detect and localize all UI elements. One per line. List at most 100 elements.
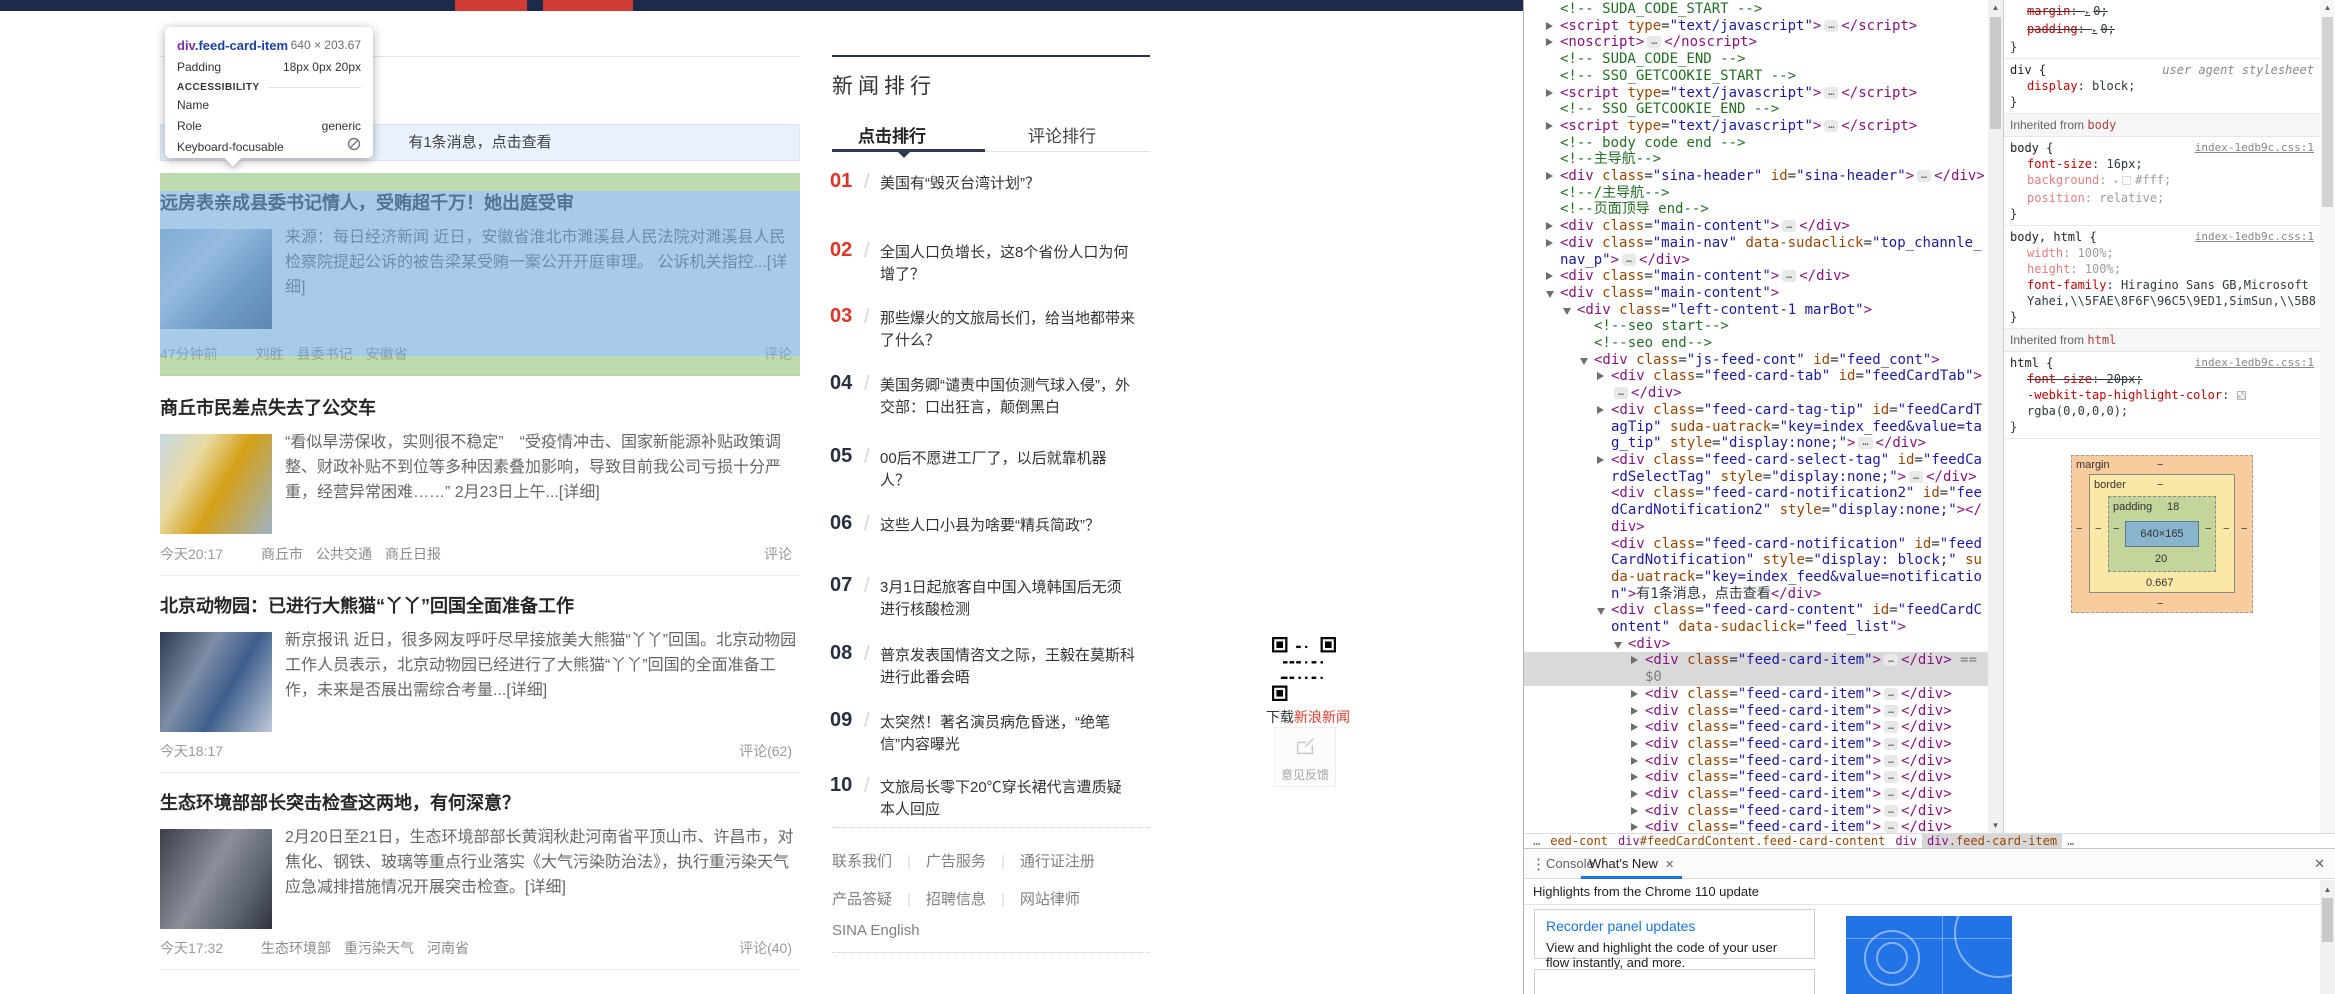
expand-arrow-icon[interactable] [1631,823,1638,831]
inline-expand-ellipsis[interactable]: … [1884,788,1898,800]
expand-arrow-icon[interactable] [1597,456,1604,464]
dom-tree-node[interactable]: <div class="feed-card-item">…</div> [1524,686,1988,703]
breadcrumb-item[interactable]: … [1528,834,1545,848]
dom-tree-node[interactable]: <div class="feed-card-item">…</div> [1524,803,1988,820]
inline-expand-ellipsis[interactable]: … [1614,387,1628,399]
dom-tree-node[interactable]: <div class="feed-card-item">…</div> [1524,769,1988,786]
expand-arrow-icon[interactable] [1546,222,1553,230]
ranking-headline[interactable]: 太突然！著名演员病危昏迷，“绝笔信”内容曝光 [880,712,1135,756]
feed-card-title[interactable]: 远房表亲成县委书记情人，受贿超千万！她出庭受审 [160,189,800,215]
dom-tree-node[interactable]: <!--主导航--> [1524,151,1988,168]
dom-tree-node[interactable]: <div class="feed-card-item">…</div> [1524,819,1988,833]
dom-tree-node[interactable]: <!-- SSO_GETCOOKIE_END --> [1524,101,1988,118]
color-swatch[interactable] [2122,176,2131,185]
scrollbar-thumb[interactable] [2322,17,2333,207]
expand-arrow-icon[interactable] [1546,272,1553,280]
drawer-menu-icon[interactable]: ⋮ [1531,855,1546,873]
styles-property[interactable]: display: block; [2010,78,2314,94]
inline-expand-ellipsis[interactable]: … [1884,805,1898,817]
feed-card-tag[interactable]: 县委书记 [297,346,353,362]
expand-arrow-icon[interactable] [1631,757,1638,765]
collapse-arrow-icon[interactable] [1597,608,1605,615]
footer-link[interactable]: 通行证注册 [1020,853,1095,870]
stylesheet-link[interactable]: index-1edb9c.css:1 [2195,140,2314,156]
styles-inherited-node-link[interactable]: body [2087,118,2116,132]
feed-card-title[interactable]: 商丘市民差点失去了公交车 [160,394,800,420]
expand-arrow-icon[interactable] [1631,740,1638,748]
expand-arrow-icon[interactable] [1546,89,1553,97]
tab-click-ranking[interactable]: 点击排行 [858,122,926,147]
inline-expand-ellipsis[interactable]: … [1884,821,1898,833]
breadcrumb-item[interactable]: div [1890,834,1922,848]
dom-tree-node[interactable]: <!-- SUDA_CODE_START --> [1524,1,1988,18]
tab-whats-new[interactable]: What's New✕ [1581,849,1682,879]
styles-property[interactable]: -webkit-tap-highlight-color: rgba(0,0,0,… [2010,387,2314,419]
drawer-close-icon[interactable]: ✕ [2314,856,2325,872]
dom-tree-node[interactable]: <div class="left-content-1 marBot"> [1524,302,1988,319]
inline-expand-ellipsis[interactable]: … [1884,721,1898,733]
styles-property[interactable]: font-size: 20px; [2010,371,2314,387]
tab-close-icon[interactable]: ✕ [1665,859,1674,871]
collapse-arrow-icon[interactable] [1614,642,1622,649]
expand-arrow-icon[interactable] [1631,656,1638,664]
dom-tree-node[interactable]: <div class="main-nav" data-sudaclick="to… [1524,235,1988,268]
styles-panel-scrollbar[interactable]: ▲ ▼ [2320,0,2335,848]
styles-selector[interactable]: index-1edb9c.css:1body { [2010,140,2314,156]
inline-expand-ellipsis[interactable]: … [1858,437,1872,449]
expand-arrow-icon[interactable] [1631,790,1638,798]
scroll-up-icon[interactable]: ▲ [2320,882,2335,897]
expand-arrow-icon[interactable] [1546,22,1553,30]
expand-arrow-icon[interactable] [1631,690,1638,698]
styles-property[interactable]: height: 100%; [2010,261,2314,277]
ranking-headline[interactable]: 3月1日起旅客自中国入境韩国后无须进行核酸检测 [880,577,1135,621]
ranking-headline[interactable]: 00后不愿进工厂了，以后就靠机器人？ [880,448,1135,492]
inline-expand-ellipsis[interactable]: … [1782,270,1796,282]
inline-expand-ellipsis[interactable]: … [1622,254,1636,266]
expand-arrow-icon[interactable] [1631,807,1638,815]
collapse-arrow-icon[interactable] [1563,308,1571,315]
dom-tree-node[interactable]: <noscript>…</noscript> [1524,34,1988,51]
feed-card-thumbnail[interactable] [160,434,272,534]
whats-new-card-link[interactable]: Recorder panel updates [1546,918,1803,934]
dom-tree-node[interactable]: <div class="feed-card-tab" id="feedCardT… [1524,368,1988,401]
dom-tree-node[interactable]: <!--seo start--> [1524,318,1988,335]
feed-card-thumbnail[interactable] [160,229,272,329]
drawer-scrollbar[interactable]: ▲ [2320,880,2335,994]
styles-inherited-node-link[interactable]: html [2087,333,2116,347]
styles-property[interactable]: background: ▸#fff; [2010,172,2314,190]
dom-tree-node[interactable]: <!-- SSO_GETCOOKIE_START --> [1524,68,1988,85]
inline-expand-ellipsis[interactable]: … [1884,771,1898,783]
feedback-button[interactable]: 意见反馈 [1274,727,1336,787]
footer-link[interactable]: 广告服务 [926,853,986,870]
scroll-up-icon[interactable]: ▲ [1988,0,2003,15]
dom-tree-node[interactable]: <!--/主导航--> [1524,185,1988,202]
dom-tree-node[interactable]: <div class="feed-card-item">…</div> [1524,719,1988,736]
expand-arrow-icon[interactable] [1597,372,1604,380]
dom-tree-node[interactable]: <div class="main-content">…</div> [1524,218,1988,235]
styles-property[interactable]: font-size: 16px; [2010,156,2314,172]
ranking-headline[interactable]: 美国有“毁灭台湾计划”？ [880,173,1135,195]
dom-tree-node[interactable]: <div class="feed-card-tag-tip" id="feedC… [1524,402,1988,452]
ranking-headline[interactable]: 这些人口小县为啥要“精兵简政”？ [880,515,1135,537]
breadcrumb-item[interactable]: div#feedCardContent.feed-card-content [1613,834,1890,848]
shorthand-expand-icon[interactable]: ▸ [2092,26,2097,36]
dom-tree-node[interactable]: <div class="feed-card-select-tag" id="fe… [1524,452,1988,485]
breadcrumb-item[interactable]: … [2062,834,2079,848]
expand-arrow-icon[interactable] [1597,406,1604,414]
dom-tree-node[interactable]: <div class="feed-card-item">…</div> [1524,703,1988,720]
dom-tree-node[interactable]: <div class="feed-card-content" id="feedC… [1524,602,1988,635]
inline-expand-ellipsis[interactable]: … [1824,120,1838,132]
scroll-up-icon[interactable]: ▲ [2320,0,2335,15]
expand-arrow-icon[interactable] [1546,122,1553,130]
dom-tree-node[interactable]: <div class="main-content"> [1524,285,1988,302]
feed-card-title[interactable]: 生态环境部部长突击检查这两地，有何深意？ [160,789,800,815]
inline-expand-ellipsis[interactable]: … [1884,705,1898,717]
inline-expand-ellipsis[interactable]: … [1884,654,1898,666]
dom-tree-node[interactable]: <div class="feed-card-notification2" id=… [1524,485,1988,535]
inline-expand-ellipsis[interactable]: … [1647,36,1661,48]
shorthand-expand-icon[interactable]: ▸ [2085,8,2090,18]
feed-card-tag[interactable]: 安徽省 [366,346,408,362]
footer-link[interactable]: 招聘信息 [926,891,986,908]
styles-property[interactable]: position: relative; [2010,190,2314,206]
styles-property[interactable]: padding: ▸0; [2010,21,2314,39]
